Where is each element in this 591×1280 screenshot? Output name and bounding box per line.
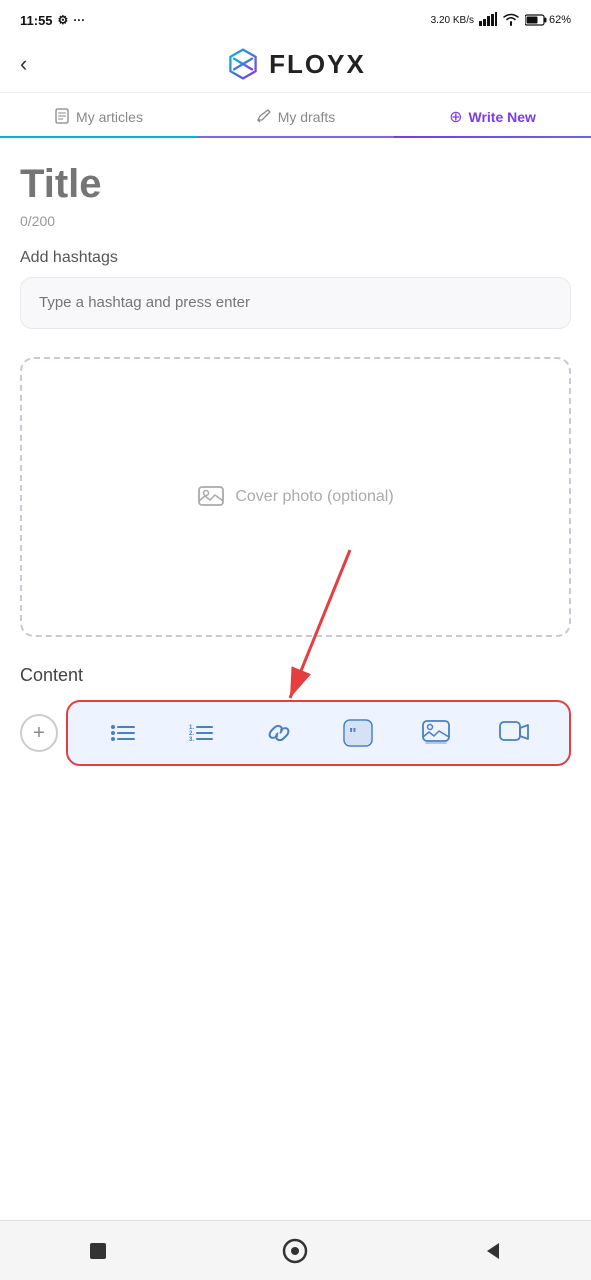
hashtags-label: Add hashtags bbox=[20, 249, 571, 267]
hashtag-input[interactable] bbox=[39, 294, 552, 311]
svg-text:3.: 3. bbox=[189, 737, 194, 743]
network-speed: 3.20 KB/s bbox=[431, 15, 474, 26]
bullet-list-button[interactable] bbox=[102, 712, 144, 754]
cover-photo-label: Cover photo (optional) bbox=[235, 488, 393, 506]
tab-my-drafts[interactable]: My drafts bbox=[197, 93, 394, 137]
status-right-group: 3.20 KB/s 62% bbox=[431, 12, 571, 29]
image-button[interactable] bbox=[415, 712, 457, 754]
add-icon: + bbox=[33, 722, 45, 745]
signal-bars bbox=[479, 12, 497, 29]
write-new-icon: ⊕ bbox=[449, 107, 462, 127]
video-button[interactable] bbox=[493, 712, 535, 754]
hashtag-input-box[interactable] bbox=[20, 277, 571, 329]
tab-write-new-label: Write New bbox=[468, 109, 535, 125]
time-display: 11:55 bbox=[20, 13, 53, 28]
quote-button[interactable]: " bbox=[337, 712, 379, 754]
toolbar-area: + 1. bbox=[20, 700, 571, 766]
app-header: ‹ FLOYX bbox=[0, 36, 591, 93]
numbered-list-button[interactable]: 1. 2. 3. bbox=[180, 712, 222, 754]
logo-container: FLOYX bbox=[225, 46, 366, 82]
tab-my-articles[interactable]: My articles bbox=[0, 93, 197, 137]
content-label: Content bbox=[20, 665, 571, 686]
link-button[interactable] bbox=[258, 712, 300, 754]
main-content: 0/200 Add hashtags Cover photo (optional… bbox=[0, 138, 591, 790]
home-square-button[interactable] bbox=[86, 1239, 110, 1263]
tab-write-new[interactable]: ⊕ Write New bbox=[394, 93, 591, 137]
circle-button[interactable] bbox=[281, 1237, 309, 1265]
logo-icon bbox=[225, 46, 261, 82]
title-input[interactable] bbox=[20, 162, 571, 207]
editor-toolbar: 1. 2. 3. bbox=[66, 700, 571, 766]
bottom-nav bbox=[0, 1220, 591, 1280]
char-count: 0/200 bbox=[20, 213, 571, 229]
dots-menu: ··· bbox=[73, 13, 85, 27]
svg-text:": " bbox=[349, 726, 357, 743]
status-bar: 11:55 ⚙ ··· 3.20 KB/s bbox=[0, 0, 591, 36]
back-nav-button[interactable] bbox=[481, 1239, 505, 1263]
settings-icon: ⚙ bbox=[58, 13, 69, 27]
battery-icon: 62% bbox=[525, 14, 571, 26]
articles-icon bbox=[54, 108, 70, 127]
tabs-bar: My articles My drafts ⊕ Write New bbox=[0, 93, 591, 138]
cover-photo-icon bbox=[197, 483, 225, 511]
cover-photo-area[interactable]: Cover photo (optional) bbox=[20, 357, 571, 637]
drafts-icon bbox=[256, 108, 272, 127]
tab-my-drafts-label: My drafts bbox=[278, 109, 336, 125]
back-button[interactable]: ‹ bbox=[20, 51, 27, 77]
wifi-icon bbox=[502, 12, 520, 29]
add-content-button[interactable]: + bbox=[20, 714, 58, 752]
logo-text: FLOYX bbox=[269, 49, 366, 80]
status-time-group: 11:55 ⚙ ··· bbox=[20, 13, 85, 28]
toolbar-wrapper: + 1. bbox=[20, 700, 571, 766]
tab-my-articles-label: My articles bbox=[76, 109, 143, 125]
